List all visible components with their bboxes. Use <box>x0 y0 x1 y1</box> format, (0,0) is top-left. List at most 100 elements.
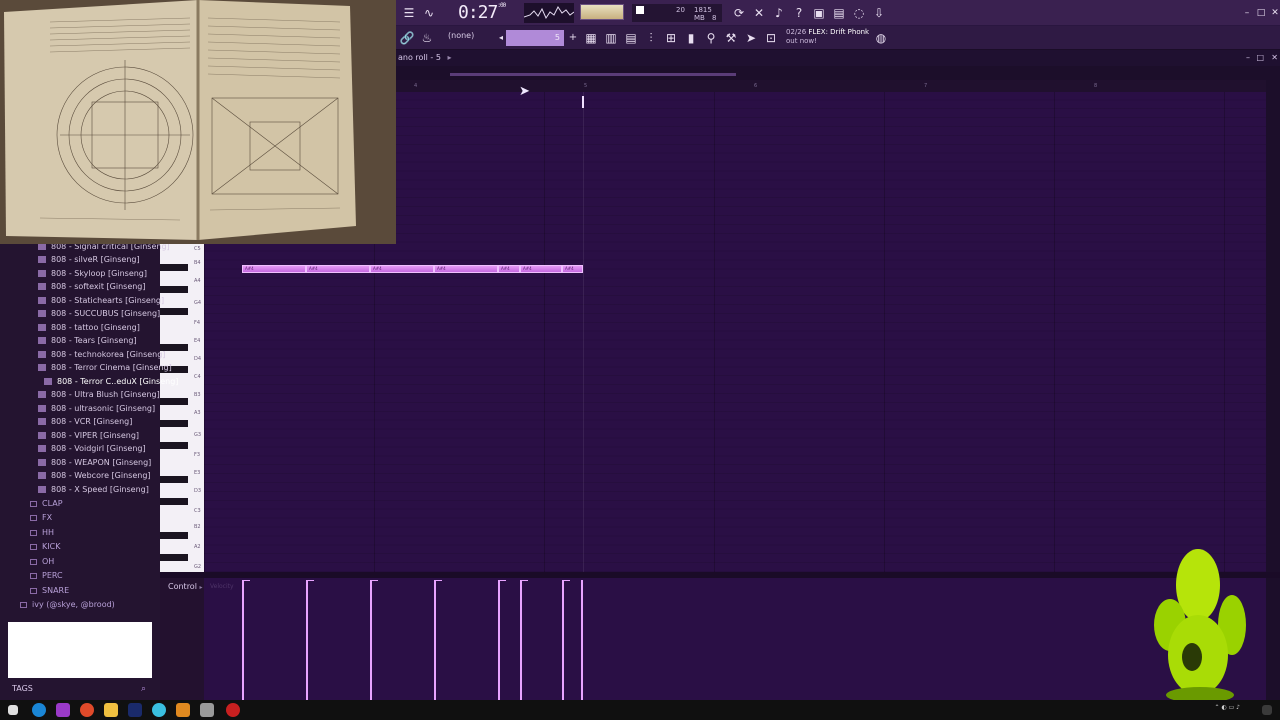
folder-fx[interactable]: FX <box>30 511 52 525</box>
search-icon[interactable]: ⌕ <box>141 684 146 694</box>
browser-item[interactable]: 808 - Voidgirl [Ginseng] <box>38 442 146 455</box>
browser-item[interactable]: 808 - X Speed [Ginseng] <box>38 483 149 496</box>
globe-icon[interactable]: ◍ <box>872 29 890 47</box>
explorer-icon[interactable] <box>104 703 118 717</box>
playhead[interactable] <box>582 96 584 108</box>
velocity-bar[interactable] <box>242 580 244 700</box>
velocity-bar[interactable] <box>520 580 522 700</box>
horizontal-scrollbar[interactable] <box>396 66 1266 80</box>
folder-kick[interactable]: KICK <box>30 540 60 554</box>
note[interactable]: A#4 <box>434 265 498 273</box>
app-icon[interactable] <box>200 703 214 717</box>
velocity-bar[interactable] <box>562 580 564 700</box>
browser-item[interactable]: 808 - ultrasonic [Ginseng] <box>38 402 155 415</box>
browser-item[interactable]: 808 - Statichearts [Ginseng] <box>38 294 164 307</box>
system-tray[interactable]: ⌃ ◐ ▭ ♪ <box>1215 704 1240 711</box>
obs-icon[interactable] <box>226 703 240 717</box>
black-key[interactable] <box>160 420 188 427</box>
browser-item[interactable]: 808 - Skyloop [Ginseng] <box>38 267 147 280</box>
piano-keyboard[interactable]: C5 B4 A4 G4 F4 E4 D4 C4 B3 A3 G3 F3 E3 D… <box>160 244 204 572</box>
mic-icon[interactable]: ♪ <box>770 4 788 22</box>
black-key[interactable] <box>160 398 188 405</box>
velocity-bar[interactable] <box>581 580 583 700</box>
note[interactable]: A#4 <box>498 265 520 273</box>
folder-root[interactable]: ivy (@skye, @brood) <box>20 598 115 612</box>
loop-icon[interactable]: ⟳ <box>730 4 748 22</box>
pr-maximize-icon[interactable]: □ <box>1256 50 1264 66</box>
scrollbar-thumb[interactable] <box>450 73 736 76</box>
velocity-lane[interactable]: Velocity <box>204 578 1266 700</box>
piano-roll-titlebar[interactable]: ano roll - 5 ▸ – □ ✕ <box>396 50 1280 66</box>
song-time-display[interactable]: 0:27:00 <box>458 2 506 23</box>
comment-icon[interactable]: ◌ <box>850 4 868 22</box>
browser-item[interactable]: 808 - tattoo [Ginseng] <box>38 321 140 334</box>
piano-roll-icon[interactable]: ▤ <box>622 29 640 47</box>
app-icon[interactable] <box>152 703 166 717</box>
pattern-select[interactable]: (none) <box>448 31 490 45</box>
master-volume-meter[interactable] <box>580 4 624 20</box>
folder-oh[interactable]: OH <box>30 555 54 569</box>
note[interactable]: A#4 <box>520 265 562 273</box>
folder-snare[interactable]: SNARE <box>30 584 69 598</box>
browser-item[interactable]: 808 - Terror Cinema [Ginseng] <box>38 361 172 374</box>
stop-icon[interactable]: ✕ <box>750 4 768 22</box>
browser-item[interactable]: 808 - Ultra Blush [Ginseng] <box>38 388 160 401</box>
link-icon[interactable]: 🔗 <box>398 29 416 47</box>
download-icon[interactable]: ⇩ <box>870 4 888 22</box>
tools-icon[interactable]: ⚒ <box>722 29 740 47</box>
help-icon[interactable]: ? <box>790 4 808 22</box>
edge-icon[interactable] <box>32 703 46 717</box>
browser-item[interactable]: 808 - WEAPON [Ginseng] <box>38 456 151 469</box>
add-pattern-icon[interactable]: + <box>564 29 582 47</box>
chrome-icon[interactable] <box>80 703 94 717</box>
pattern-number[interactable]: 5 <box>506 30 564 46</box>
note[interactable]: A#4 <box>370 265 434 273</box>
close-icon[interactable]: ✕ <box>1266 4 1280 22</box>
folder-hh[interactable]: HH <box>30 526 54 540</box>
stamp-icon[interactable]: ♨ <box>418 29 436 47</box>
plugin-icon[interactable]: ▮ <box>682 29 700 47</box>
browser-icon[interactable]: ⊞ <box>662 29 680 47</box>
save-icon[interactable]: ▣ <box>810 4 828 22</box>
browser-item[interactable]: 808 - VIPER [Ginseng] <box>38 429 139 442</box>
browser-item[interactable]: 808 - SUCCUBUS [Ginseng] <box>38 307 160 320</box>
black-key[interactable] <box>160 498 188 505</box>
mixer-view-icon[interactable]: ⫶ <box>642 29 660 47</box>
velocity-bar[interactable] <box>306 580 308 700</box>
send-icon[interactable]: ➤ <box>742 29 760 47</box>
menu-icon[interactable]: ☰ <box>400 4 418 22</box>
wave-icon[interactable]: ∿ <box>420 4 438 22</box>
velocity-bar[interactable] <box>370 580 372 700</box>
pr-minimize-icon[interactable]: – <box>1246 50 1250 66</box>
note[interactable]: A#4 <box>562 265 583 273</box>
browser-item[interactable]: 808 - technokorea [Ginseng] <box>38 348 165 361</box>
black-key[interactable] <box>160 308 188 315</box>
fl-studio-icon[interactable] <box>176 703 190 717</box>
black-key[interactable] <box>160 476 188 483</box>
pr-close-icon[interactable]: ✕ <box>1271 50 1278 66</box>
tags-panel[interactable] <box>8 622 152 678</box>
black-key[interactable] <box>160 442 188 449</box>
velocity-bar[interactable] <box>434 580 436 700</box>
browser-item[interactable]: 808 - silveR [Ginseng] <box>38 253 140 266</box>
news-panel[interactable]: 02/26 FLEX: Drift Phonk out now! <box>786 28 876 46</box>
browser-item[interactable]: 808 - VCR [Ginseng] <box>38 415 132 428</box>
browser-item[interactable]: 808 - Tears [Ginseng] <box>38 334 137 347</box>
folder-clap[interactable]: CLAP <box>30 497 63 511</box>
photoshop-icon[interactable] <box>128 703 142 717</box>
pin-icon[interactable]: ⚲ <box>702 29 720 47</box>
notifications-icon[interactable] <box>1262 705 1272 715</box>
black-key[interactable] <box>160 286 188 293</box>
browser-item-selected[interactable]: 808 - Terror C..eduX [Ginseng] <box>44 375 178 388</box>
channel-rack-icon[interactable]: ▥ <box>602 29 620 47</box>
black-key[interactable] <box>160 554 188 561</box>
playlist-icon[interactable]: ▦ <box>582 29 600 47</box>
browser-item[interactable]: 808 - softexit [Ginseng] <box>38 280 146 293</box>
control-label[interactable]: Control ▸ <box>160 578 204 700</box>
start-icon[interactable] <box>8 705 18 715</box>
black-key[interactable] <box>160 532 188 539</box>
note[interactable]: A#4 <box>306 265 370 273</box>
browser-item[interactable]: 808 - Webcore [Ginseng] <box>38 469 151 482</box>
black-key[interactable] <box>160 264 188 271</box>
folder-perc[interactable]: PERC <box>30 569 63 583</box>
